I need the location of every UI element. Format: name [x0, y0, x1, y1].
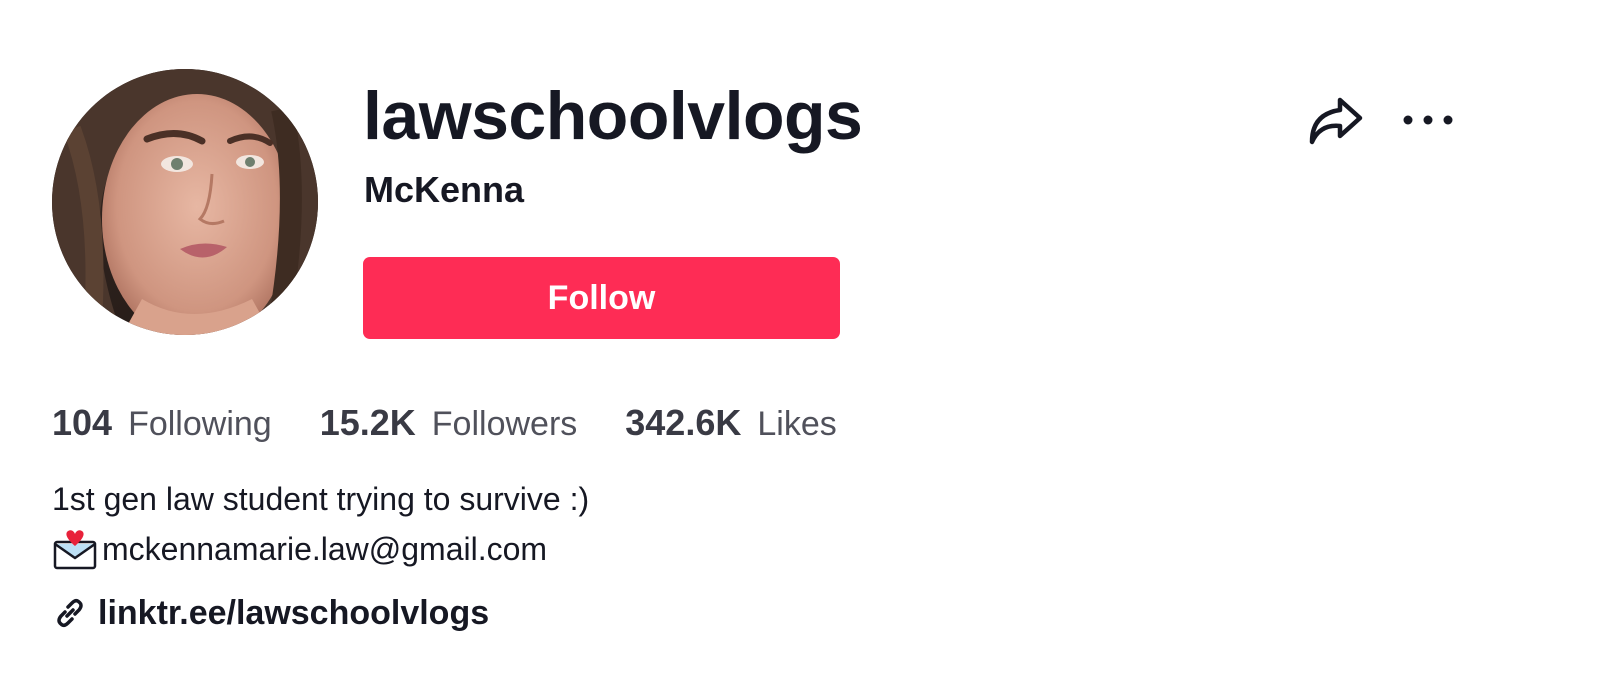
more-icon[interactable] — [1400, 110, 1456, 130]
stat-likes-label: Likes — [757, 405, 837, 443]
profile-link-text[interactable]: linktr.ee/lawschoolvlogs — [98, 594, 489, 633]
profile-stats: 104 Following 15.2K Followers 342.6K Lik… — [52, 398, 885, 448]
bio: 1st gen law student trying to survive :)… — [52, 474, 589, 574]
bio-email-line: mckennamarie.law@gmail.com — [52, 524, 589, 574]
stat-following-count: 104 — [52, 402, 113, 443]
stat-followers[interactable]: 15.2K Followers — [320, 402, 578, 444]
avatar[interactable] — [52, 69, 318, 335]
bio-line: 1st gen law student trying to survive :) — [52, 481, 590, 517]
share-icon[interactable] — [1306, 94, 1364, 146]
stat-followers-label: Followers — [431, 405, 578, 443]
profile-link[interactable]: linktr.ee/lawschoolvlogs — [52, 588, 489, 638]
nickname: McKenna — [364, 169, 525, 210]
love-letter-icon — [53, 530, 97, 570]
avatar-image — [52, 69, 318, 335]
stat-following-label: Following — [128, 405, 272, 443]
bio-email: mckennamarie.law@gmail.com — [102, 531, 548, 567]
stat-following[interactable]: 104 Following — [52, 402, 272, 444]
stat-likes: 342.6K Likes — [625, 402, 836, 444]
follow-button[interactable]: Follow — [363, 257, 840, 339]
stat-followers-count: 15.2K — [319, 402, 416, 443]
stat-likes-count: 342.6K — [625, 402, 742, 443]
link-icon — [57, 598, 83, 628]
username: lawschoolvlogs — [363, 78, 863, 154]
